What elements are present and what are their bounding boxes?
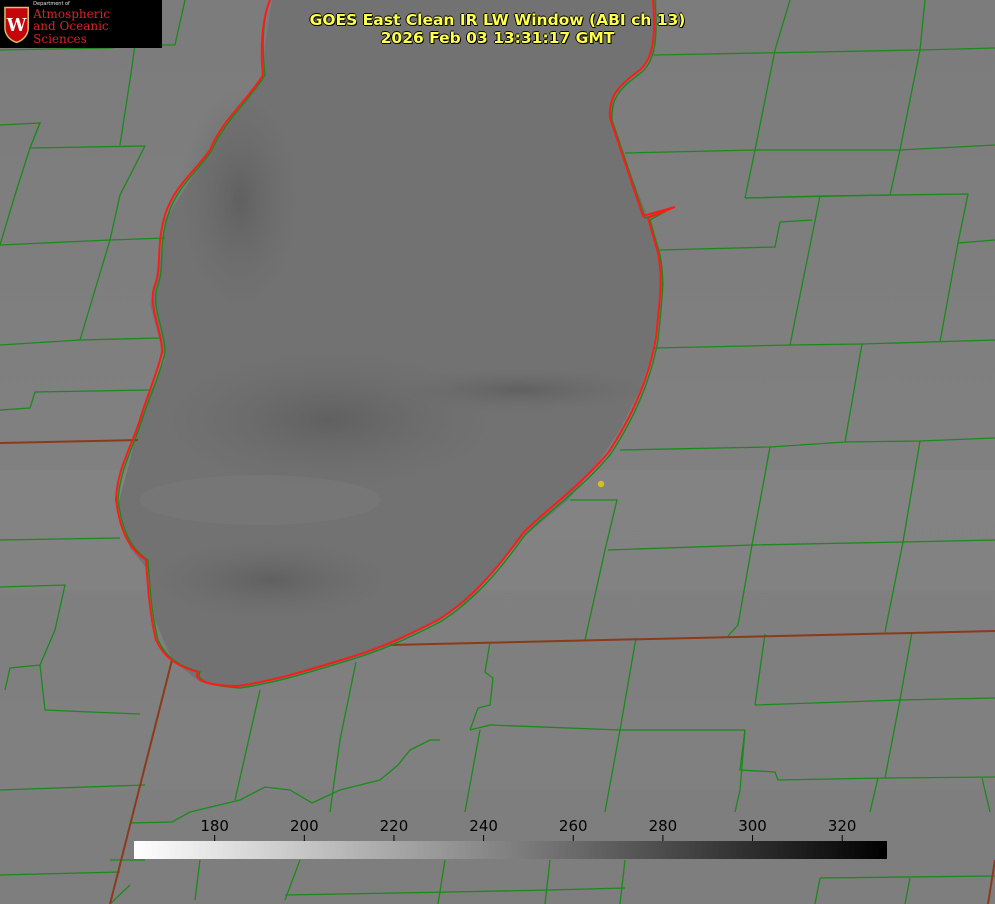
- colorbar: [134, 841, 887, 859]
- colorbar-tick-label: 320: [828, 817, 857, 835]
- title-product: GOES East Clean IR LW Window (ABI ch 13): [309, 11, 686, 29]
- colorbar-tick-label: 240: [469, 817, 498, 835]
- cloud-streak: [140, 475, 380, 525]
- location-marker: [597, 480, 605, 488]
- satellite-map: 180 200 220 240 260 280 300 320: [0, 0, 995, 904]
- title-timestamp: 2026 Feb 03 13:31:17 GMT: [380, 29, 615, 47]
- cloud-streak: [180, 90, 300, 310]
- image-title: GOES East Clean IR LW Window (ABI ch 13)…: [0, 11, 995, 47]
- haze-band: [0, 700, 995, 790]
- colorbar-tick-label: 180: [200, 817, 229, 835]
- colorbar-tick-label: 220: [380, 817, 409, 835]
- colorbar-tick-label: 280: [649, 817, 678, 835]
- colorbar-tick-label: 260: [559, 817, 588, 835]
- colorbar-tick-label: 200: [290, 817, 319, 835]
- cloud-streak: [150, 540, 390, 620]
- colorbar-tick-label: 300: [738, 817, 767, 835]
- cloud-streak: [390, 368, 650, 412]
- cloud-streak: [160, 350, 500, 490]
- satellite-image-viewer: 180 200 220 240 260 280 300 320 W Department of…: [0, 0, 995, 904]
